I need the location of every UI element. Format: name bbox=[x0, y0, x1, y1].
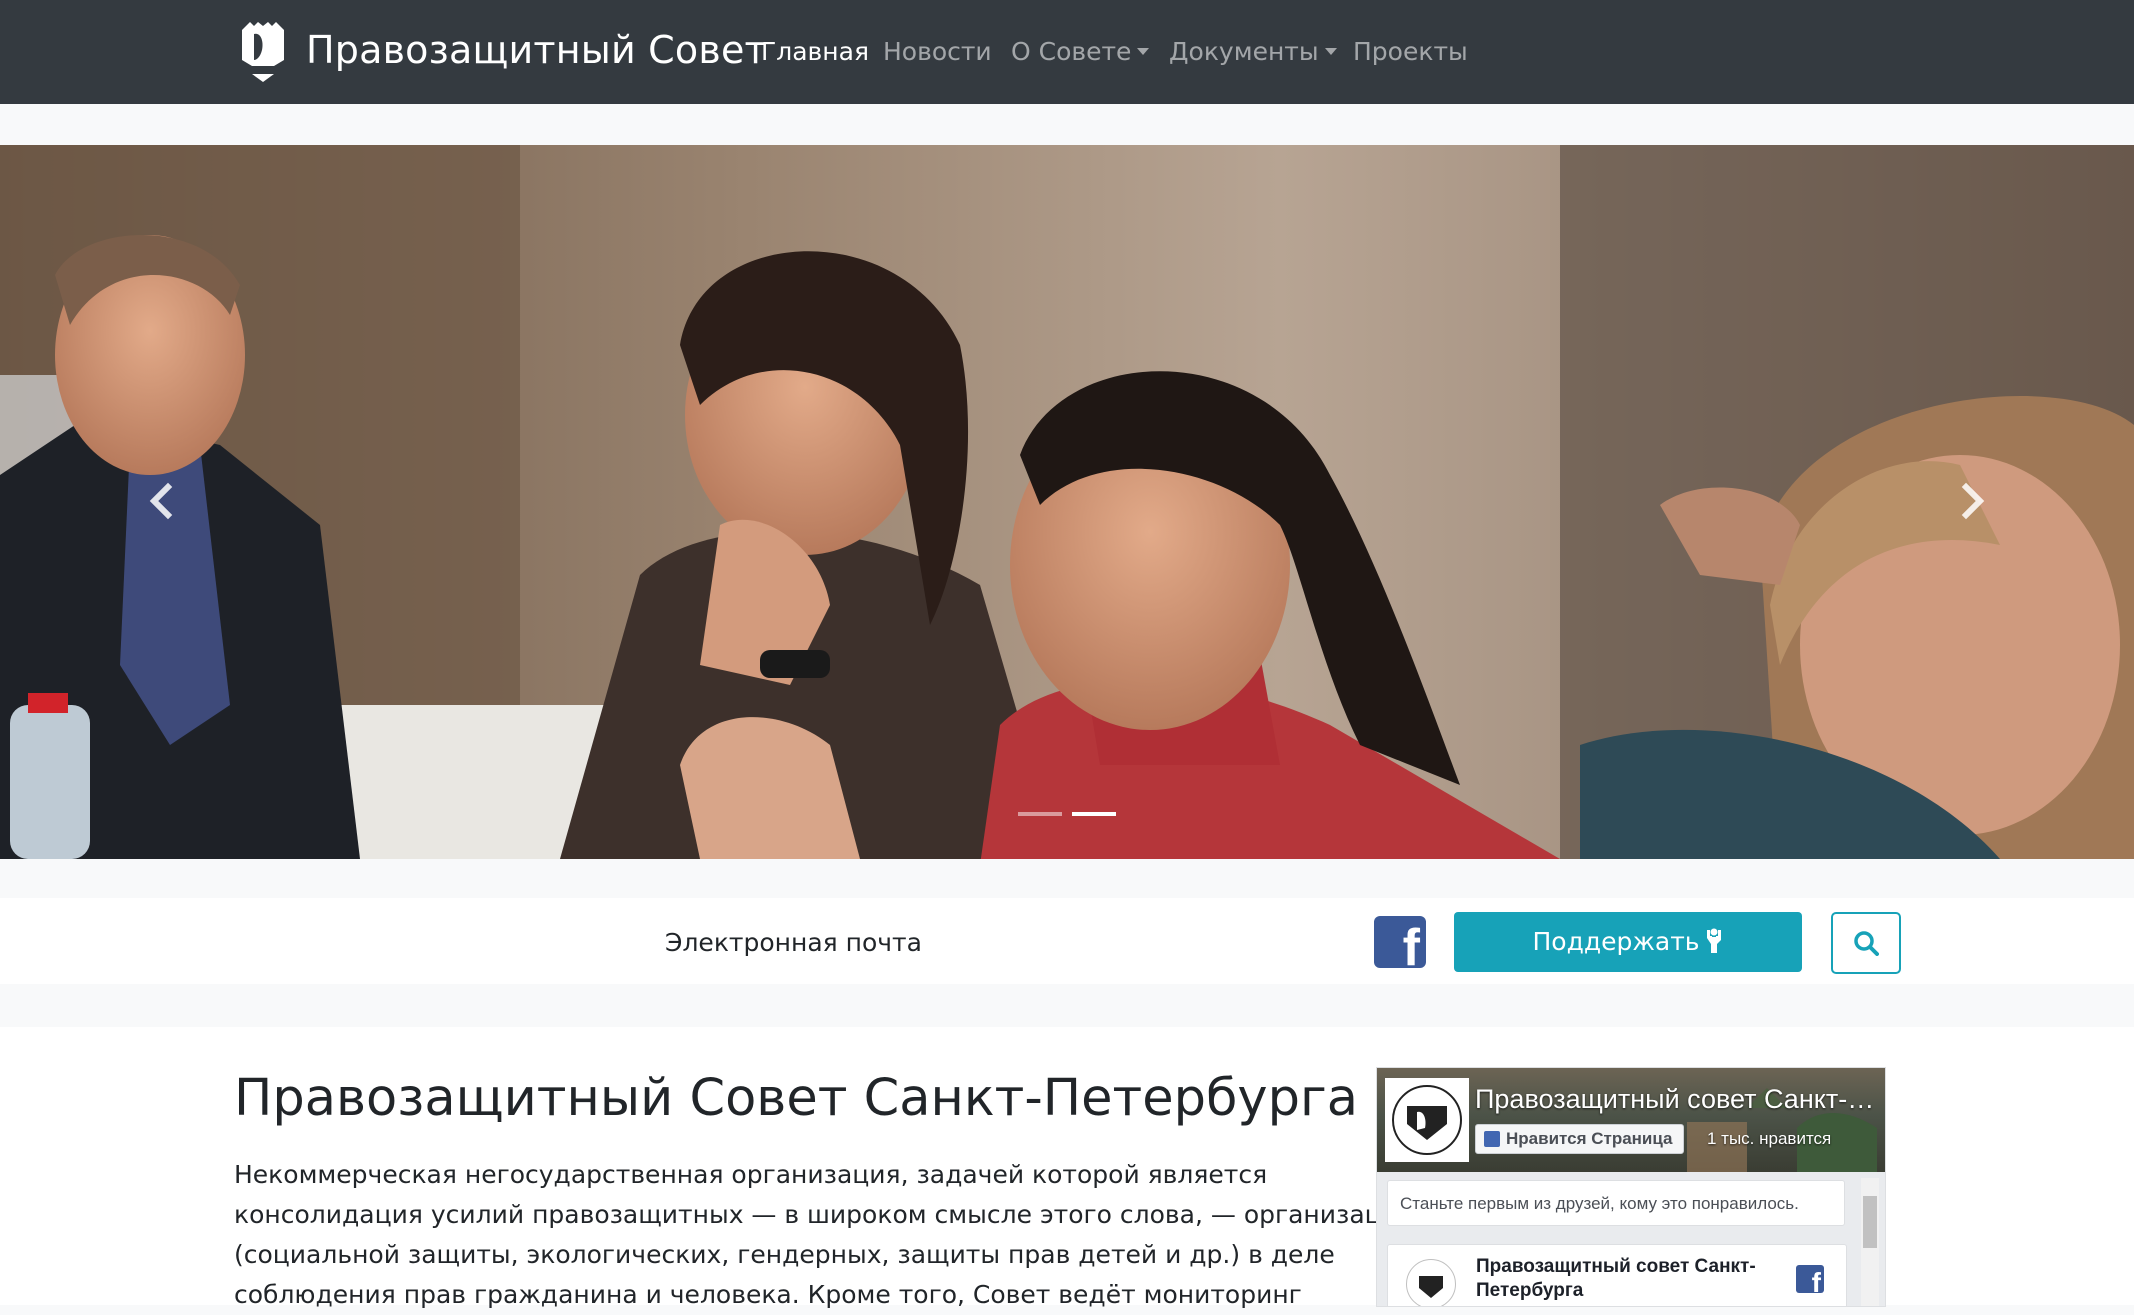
page-title: Правозащитный Совет Санкт-Петербурга bbox=[234, 1069, 1358, 1128]
facebook-cover-image: Правозащитный совет Санкт-Петербурга Нра… bbox=[1377, 1068, 1885, 1172]
photo-carousel bbox=[0, 145, 2134, 859]
like-page-label: Нравится Страница bbox=[1506, 1129, 1673, 1148]
facebook-icon bbox=[1484, 1131, 1500, 1147]
facebook-post-author[interactable]: Правозащитный совет Санкт-Петербурга bbox=[1476, 1255, 1776, 1303]
nav-projects[interactable]: Проекты bbox=[1353, 34, 1468, 70]
facebook-icon: f bbox=[1402, 919, 1420, 968]
intro-line: консолидация усилий правозащитных — в ши… bbox=[234, 1200, 1415, 1229]
brand-name[interactable]: Правозащитный Совет bbox=[306, 22, 767, 78]
search-icon bbox=[1854, 931, 1879, 956]
caret-down-icon bbox=[1324, 48, 1337, 55]
facebook-feed: Станьте первым из друзей, кому это понра… bbox=[1377, 1172, 1885, 1306]
shield-logo-icon bbox=[1419, 1276, 1443, 1298]
carousel-slide-image bbox=[0, 145, 2134, 859]
hand-raised-icon bbox=[1706, 928, 1721, 953]
carousel-next-button[interactable] bbox=[1914, 445, 2034, 555]
shield-logo-icon bbox=[1392, 1085, 1462, 1155]
donate-button[interactable]: Поддержать bbox=[1454, 912, 1802, 972]
top-navbar: Правозащитный Совет Главная Новости О Со… bbox=[0, 0, 2134, 104]
nav-about[interactable]: О Совете bbox=[1011, 34, 1150, 70]
nav-about-label: О Совете bbox=[1011, 37, 1132, 66]
facebook-post-avatar[interactable] bbox=[1406, 1259, 1456, 1306]
facebook-post: Правозащитный совет Санкт-Петербурга f bbox=[1387, 1244, 1847, 1306]
facebook-like-page-button[interactable]: Нравится Страница bbox=[1475, 1124, 1684, 1154]
nav-home[interactable]: Главная bbox=[761, 34, 869, 70]
nav-documents-label: Документы bbox=[1169, 37, 1319, 66]
nav-news[interactable]: Новости bbox=[883, 34, 992, 70]
facebook-button[interactable]: f bbox=[1374, 916, 1426, 968]
carousel-indicator-2[interactable] bbox=[1072, 812, 1116, 816]
intro-line: (социальной защиты, экологических, генде… bbox=[234, 1240, 1335, 1269]
facebook-feed-scrollbar[interactable] bbox=[1861, 1178, 1879, 1306]
shield-logo-icon[interactable] bbox=[240, 20, 286, 84]
facebook-page-name[interactable]: Правозащитный совет Санкт-Петербурга bbox=[1475, 1082, 1875, 1116]
facebook-likes-count: 1 тыс. нравится bbox=[1707, 1129, 1832, 1148]
intro-line: соблюдения прав гражданина и человека. К… bbox=[234, 1280, 1302, 1309]
email-link[interactable]: Электронная почта bbox=[665, 926, 922, 960]
intro-paragraph: Некоммерческая негосударственная организ… bbox=[234, 1155, 1415, 1315]
carousel-prev-button[interactable] bbox=[100, 445, 220, 555]
facebook-page-logo[interactable] bbox=[1385, 1078, 1469, 1162]
facebook-icon: f bbox=[1811, 1267, 1821, 1294]
donate-button-label: Поддержать bbox=[1532, 927, 1700, 956]
scrollbar-thumb[interactable] bbox=[1863, 1196, 1877, 1248]
facebook-page-widget: Правозащитный совет Санкт-Петербурга Нра… bbox=[1376, 1067, 1886, 1307]
facebook-friends-text: Станьте первым из друзей, кому это понра… bbox=[1387, 1180, 1845, 1226]
intro-line: Некоммерческая негосударственная организ… bbox=[234, 1160, 1268, 1189]
contact-strip: Электронная почта f Поддержать bbox=[0, 898, 2134, 984]
search-button[interactable] bbox=[1831, 912, 1901, 974]
main-content: Правозащитный Совет Санкт-Петербурга Нек… bbox=[0, 1027, 2134, 1309]
caret-down-icon bbox=[1137, 48, 1150, 55]
chevron-left-icon bbox=[149, 482, 173, 520]
carousel-indicator-1[interactable] bbox=[1018, 812, 1062, 816]
facebook-post-icon[interactable]: f bbox=[1796, 1265, 1824, 1293]
nav-documents[interactable]: Документы bbox=[1169, 34, 1337, 70]
chevron-right-icon bbox=[1961, 482, 1985, 520]
